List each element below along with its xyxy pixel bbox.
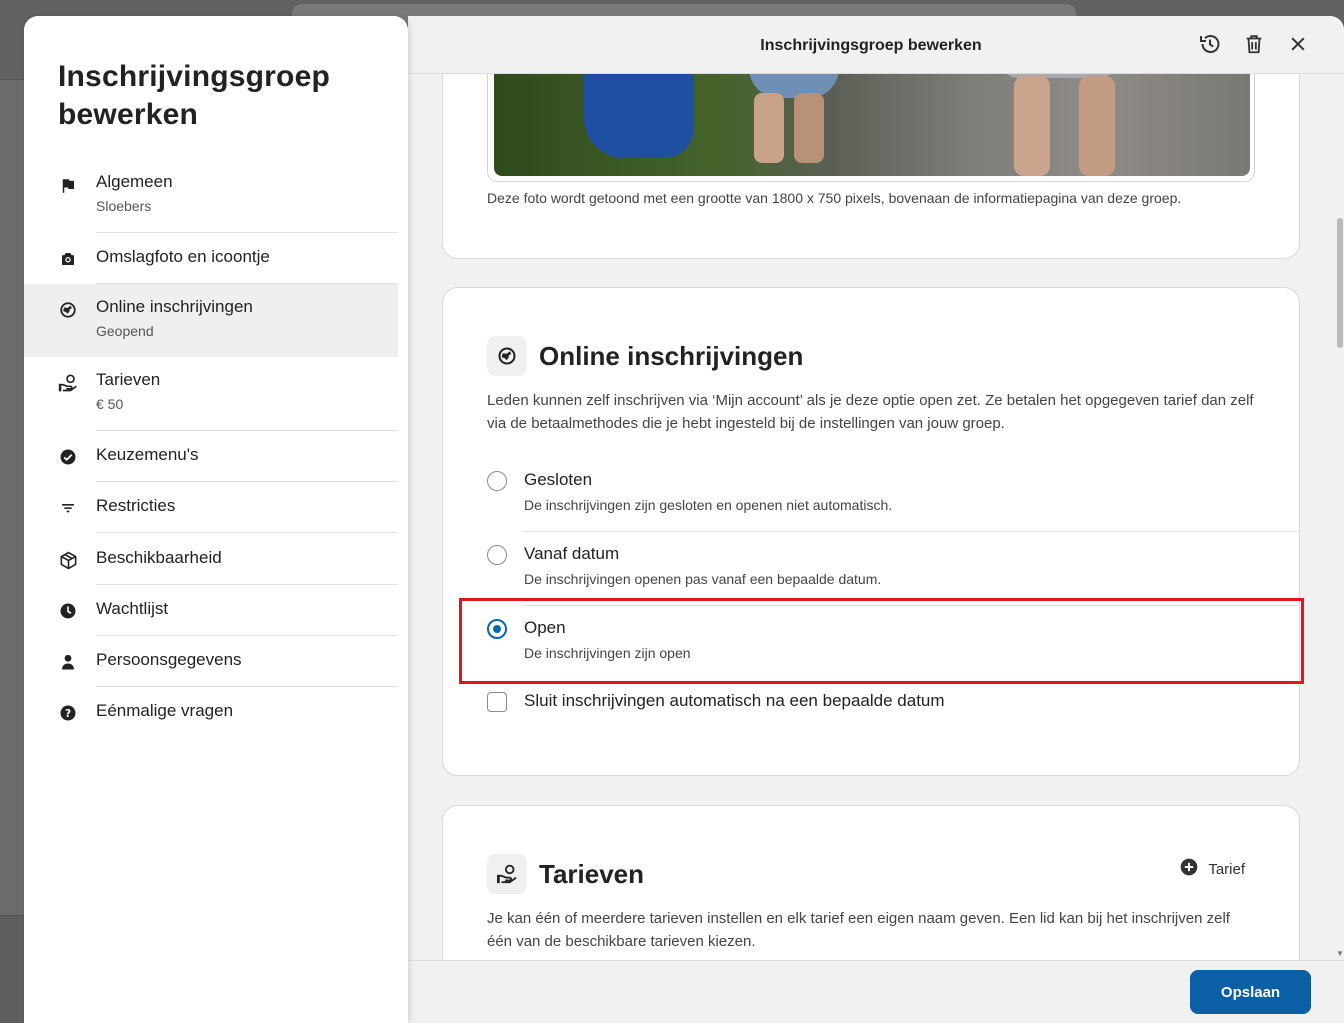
sidebar-item-online-inschrijvingen[interactable]: Online inschrijvingen Geopend [24, 284, 398, 357]
close-icon [1288, 34, 1308, 59]
option-sub: De inschrijvingen zijn gesloten en opene… [524, 497, 893, 513]
sidebar-item-algemeen[interactable]: Algemeen Sloebers [24, 159, 398, 233]
sidebar-title: Inschrijvingsgroep bewerken [58, 60, 330, 131]
tarieven-header: Tarieven [487, 854, 644, 894]
divider [524, 531, 1300, 532]
divider [524, 605, 1300, 606]
sidebar-item-wachtlijst[interactable]: Wachtlijst [24, 585, 398, 636]
camera-icon [58, 249, 78, 269]
scroll-down-arrow[interactable]: ▼ [1336, 949, 1344, 959]
sidebar-item-keuzemenus[interactable]: Keuzemenu's [24, 431, 398, 482]
sidebar-item-label: Restricties [96, 496, 176, 515]
person-icon [58, 652, 78, 672]
online-registrations-card: Online inschrijvingen Leden kunnen zelf … [442, 287, 1300, 776]
sidebar-item-omslagfoto[interactable]: Omslagfoto en icoontje [24, 233, 398, 284]
globe-icon [487, 336, 527, 376]
online-registrations-header: Online inschrijvingen [487, 336, 803, 376]
sidebar-item-restricties[interactable]: Restricties [24, 482, 398, 533]
flag-icon [58, 176, 78, 196]
clock-icon [58, 601, 78, 621]
option-label: Gesloten [524, 470, 593, 489]
modal-footer: Opslaan [408, 960, 1344, 1023]
close-button[interactable] [1284, 32, 1312, 60]
auto-close-label: Sluit inschrijvingen automatisch na een … [524, 691, 945, 710]
radio-open[interactable] [487, 619, 507, 639]
main-panel: Inschrijvingsgroep bewerken Deze foto wo… [408, 16, 1344, 1023]
svg-text:?: ? [65, 708, 71, 720]
sidebar-item-label: Omslagfoto en icoontje [96, 247, 270, 266]
online-registrations-description: Leden kunnen zelf inschrijven via ‘Mijn … [487, 392, 1254, 432]
auto-close-checkbox[interactable] [487, 692, 507, 712]
history-icon [1198, 32, 1222, 61]
cover-photo-caption: Deze foto wordt getoond met een grootte … [487, 190, 1182, 206]
option-open[interactable]: Open De inschrijvingen zijn open [487, 617, 1300, 681]
sidebar: Inschrijvingsgroep bewerken Algemeen Slo… [24, 16, 408, 1023]
history-button[interactable] [1196, 32, 1224, 60]
sidebar-item-beschikbaarheid[interactable]: Beschikbaarheid [24, 533, 398, 585]
option-gesloten[interactable]: Gesloten De inschrijvingen zijn gesloten… [487, 469, 1300, 543]
auto-close-checkbox-row[interactable]: Sluit inschrijvingen automatisch na een … [487, 690, 1247, 714]
save-button[interactable]: Opslaan [1190, 970, 1311, 1014]
sidebar-item-sub: € 50 [96, 396, 124, 412]
edit-group-modal: Inschrijvingsgroep bewerken Algemeen Slo… [24, 16, 1344, 1023]
tarieven-description: Je kan één of meerdere tarieven instelle… [487, 910, 1230, 950]
cover-photo-card: Deze foto wordt getoond met een grootte … [442, 37, 1300, 259]
add-tarief-label: Tarief [1208, 861, 1245, 878]
background-footer [0, 915, 24, 1023]
sidebar-item-persoonsgegevens[interactable]: Persoonsgegevens [24, 636, 398, 687]
trash-icon [1243, 33, 1265, 60]
delete-button[interactable] [1240, 32, 1268, 60]
sidebar-item-tarieven[interactable]: Tarieven € 50 [24, 357, 398, 431]
sidebar-item-sub: Sloebers [96, 198, 152, 214]
option-label: Vanaf datum [524, 544, 620, 563]
sidebar-item-label: Eénmalige vragen [96, 701, 234, 720]
modal-topbar: Inschrijvingsgroep bewerken [408, 16, 1344, 74]
sidebar-item-label: Tarieven [96, 370, 161, 389]
radio-vanaf-datum[interactable] [487, 545, 507, 565]
sidebar-item-label: Persoonsgegevens [96, 650, 242, 669]
globe-icon [58, 300, 78, 320]
plus-circle-icon [1179, 857, 1199, 882]
sidebar-item-label: Algemeen [96, 172, 173, 191]
radio-gesloten[interactable] [487, 471, 507, 491]
sidebar-item-label: Keuzemenu's [96, 445, 199, 464]
hand-coin-icon [487, 854, 527, 894]
filter-icon [58, 498, 78, 518]
add-tarief-button[interactable]: Tarief [1179, 857, 1245, 882]
sidebar-item-label: Wachtlijst [96, 599, 169, 618]
box-icon [58, 550, 78, 570]
sidebar-item-label: Beschikbaarheid [96, 548, 222, 567]
sidebar-item-label: Online inschrijvingen [96, 297, 253, 316]
option-sub: De inschrijvingen zijn open [524, 645, 691, 661]
hand-coin-icon [58, 373, 78, 393]
option-sub: De inschrijvingen openen pas vanaf een b… [524, 571, 882, 587]
sidebar-item-sub: Geopend [96, 323, 154, 339]
sidebar-item-eenmalige-vragen[interactable]: ? Eénmalige vragen [24, 687, 398, 738]
option-label: Open [524, 618, 566, 637]
sidebar-nav: Algemeen Sloebers Omslagfoto en icoontje [24, 159, 398, 738]
scrollbar[interactable]: ▼ [1336, 74, 1344, 959]
online-registrations-title: Online inschrijvingen [539, 340, 804, 371]
option-vanaf-datum[interactable]: Vanaf datum De inschrijvingen openen pas… [487, 543, 1300, 617]
tarieven-title: Tarieven [539, 858, 645, 889]
scrollbar-thumb[interactable] [1337, 218, 1343, 348]
check-circle-icon [58, 447, 78, 467]
question-icon: ? [58, 703, 78, 723]
